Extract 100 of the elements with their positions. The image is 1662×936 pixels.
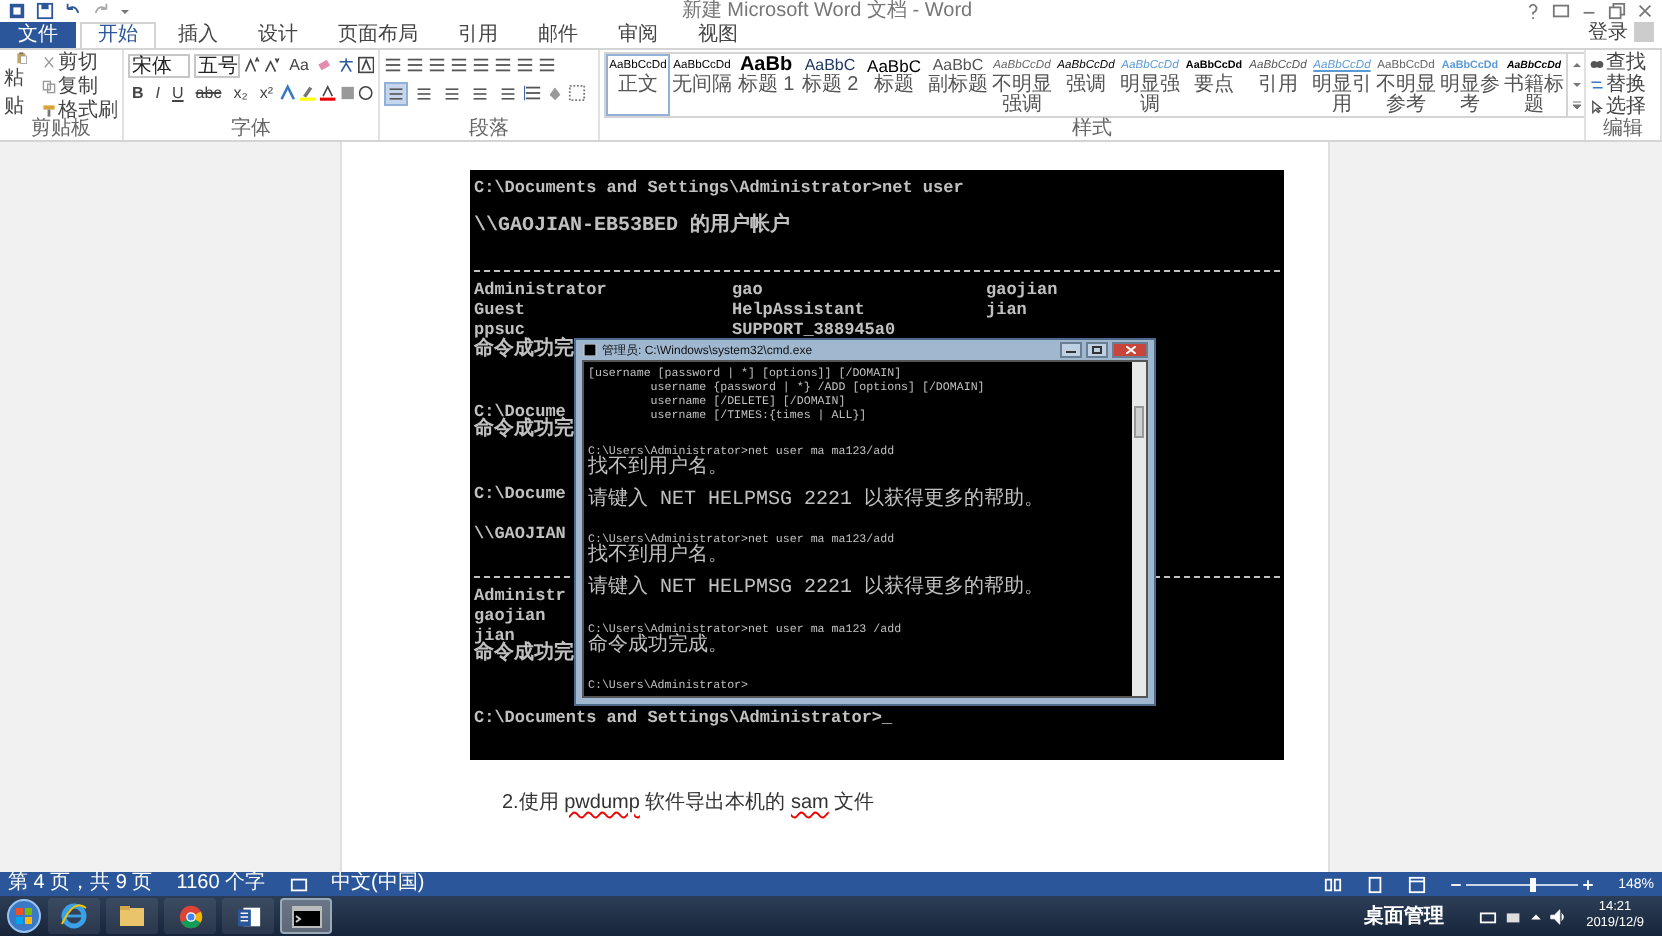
style-item[interactable]: AaBbC 标题 2: [798, 54, 862, 116]
word-count[interactable]: 1160 个字: [176, 872, 266, 896]
replace-icon: [1590, 76, 1604, 94]
more-icon: [1571, 100, 1581, 111]
console-text: gaojian: [986, 279, 1058, 301]
help-icon: [1524, 2, 1542, 20]
font-name-field[interactable]: 宋体: [128, 53, 191, 77]
taskbar-button[interactable]: [280, 898, 332, 934]
format-button[interactable]: B: [128, 81, 148, 105]
minimize-button[interactable]: [1060, 342, 1082, 359]
restore-icon: [1608, 2, 1626, 20]
terminal-icon: [291, 905, 321, 927]
console-text: 命令成功完: [474, 339, 574, 361]
enclosed-character-icon: [358, 84, 374, 102]
save-icon: [36, 2, 54, 20]
character-shading-icon: [339, 84, 355, 102]
browser-icon: [177, 903, 203, 929]
minimize-icon: [1066, 346, 1076, 355]
format-button[interactable]: I: [151, 81, 165, 105]
brush-icon: [42, 102, 56, 120]
console-text: 请键入 NET HELPMSG 2221 以获得更多的帮助。: [588, 489, 1047, 512]
font-size-field[interactable]: 五号: [194, 53, 241, 77]
document-icon: [235, 903, 261, 929]
console-text: 命令成功完成。: [588, 635, 730, 658]
align-left-icon: [388, 85, 404, 101]
console-text: C:\Documents and Settings\Administrator>_: [474, 707, 893, 728]
browser-icon: [60, 902, 88, 930]
page-count[interactable]: 第 4 页，共 9 页: [8, 872, 153, 896]
console-text: HelpAssistant: [732, 300, 865, 321]
format-button[interactable]: x²: [255, 81, 277, 105]
console-text: 找不到用户名。: [588, 546, 730, 569]
format-button[interactable]: abc: [191, 81, 226, 105]
ribbon-tab[interactable]: 文件: [0, 22, 76, 48]
style-item[interactable]: AaBbC 副标题: [926, 54, 990, 116]
console-text: jian: [986, 300, 1027, 321]
shrink-font-icon: [264, 56, 282, 74]
console-text: ppsuc: [474, 320, 526, 341]
read-mode-icon: [1324, 875, 1343, 893]
console-text: gaojian: [474, 605, 546, 626]
grow-font-icon: [244, 56, 261, 74]
paragraph-text: 2.使用 pwdump 软件导出本机的 sam 文件: [502, 789, 877, 816]
scrollbar[interactable]: [1132, 362, 1146, 696]
style-item[interactable]: AaBbC 标题: [862, 54, 926, 116]
group-label: 剪贴板: [29, 120, 91, 140]
console-text: C:\Docume: [474, 483, 566, 504]
maximize-icon: [1092, 346, 1102, 355]
console-text: SUPPORT_388945a0: [732, 320, 896, 342]
scroll-up-icon: [1571, 59, 1581, 70]
taskbar-button[interactable]: [48, 898, 100, 934]
console-text: jian: [474, 626, 515, 647]
close-button[interactable]: [1112, 342, 1148, 359]
highlight-icon: [300, 84, 316, 102]
close-icon: [1125, 346, 1135, 355]
console-text: 命令成功完: [474, 644, 574, 667]
volume-icon: [1548, 907, 1569, 925]
console-text: C:\Documents and Settings\Administrator>net user: [474, 178, 964, 198]
console-text: Administr: [474, 585, 566, 606]
group-label: 段落: [467, 120, 511, 140]
cursor-icon: [1590, 98, 1604, 116]
ribbon-tab[interactable]: 开始: [80, 22, 156, 48]
console-text: Guest: [474, 300, 526, 321]
text-effects-icon: [280, 84, 297, 102]
language-indicator[interactable]: 中文(中国): [331, 872, 425, 896]
ribbon-display-icon: [1552, 2, 1570, 20]
start-icon: [6, 898, 42, 934]
scroll-down-icon: [1571, 79, 1581, 90]
copy-button[interactable]: 复制: [42, 76, 118, 98]
select-button[interactable]: 选择: [1590, 96, 1646, 118]
folder-icon: [118, 904, 146, 928]
cut-button[interactable]: 剪切: [42, 52, 118, 74]
copy-icon: [42, 78, 56, 96]
maximize-button[interactable]: [1086, 342, 1108, 359]
group-label: 字体: [229, 120, 273, 140]
group-label: 编辑: [1601, 120, 1645, 140]
console-text: 请键入 NET HELPMSG 2221 以获得更多的帮助。: [588, 578, 1047, 601]
paste-button[interactable]: 粘贴: [4, 52, 38, 120]
toolbar-label[interactable]: 桌面管理: [1364, 902, 1445, 930]
sign-in-link[interactable]: 登录: [1588, 22, 1634, 48]
console-text: gao: [732, 279, 763, 301]
change-case-button[interactable]: Aa: [285, 53, 313, 77]
find-button[interactable]: 查找: [1590, 52, 1646, 74]
format-button[interactable]: x₂: [229, 81, 252, 105]
replace-button[interactable]: 替换: [1590, 74, 1646, 96]
borders-icon: [568, 84, 586, 102]
console-text: \\GAOJIAN-EB53BED 的用户帐户: [474, 216, 791, 239]
console-text: Administrator: [474, 279, 607, 301]
slider-thumb[interactable]: [1530, 877, 1537, 891]
taskbar-button[interactable]: [106, 898, 158, 934]
close-icon: [1636, 2, 1654, 20]
align-left-button[interactable]: [384, 81, 408, 105]
battery-icon: [1504, 907, 1525, 925]
zoom-in-icon: [1582, 875, 1595, 893]
format-button[interactable]: U: [168, 81, 188, 105]
console-text: 找不到用户名。: [588, 457, 730, 479]
format-painter-button[interactable]: 格式刷: [42, 100, 118, 120]
taskbar-button[interactable]: [164, 898, 216, 934]
taskbar-button[interactable]: [222, 898, 274, 934]
group-label: 样式: [1070, 120, 1114, 140]
style-item[interactable]: AaBb 标题 1: [734, 54, 798, 116]
shading-icon: [546, 84, 564, 102]
